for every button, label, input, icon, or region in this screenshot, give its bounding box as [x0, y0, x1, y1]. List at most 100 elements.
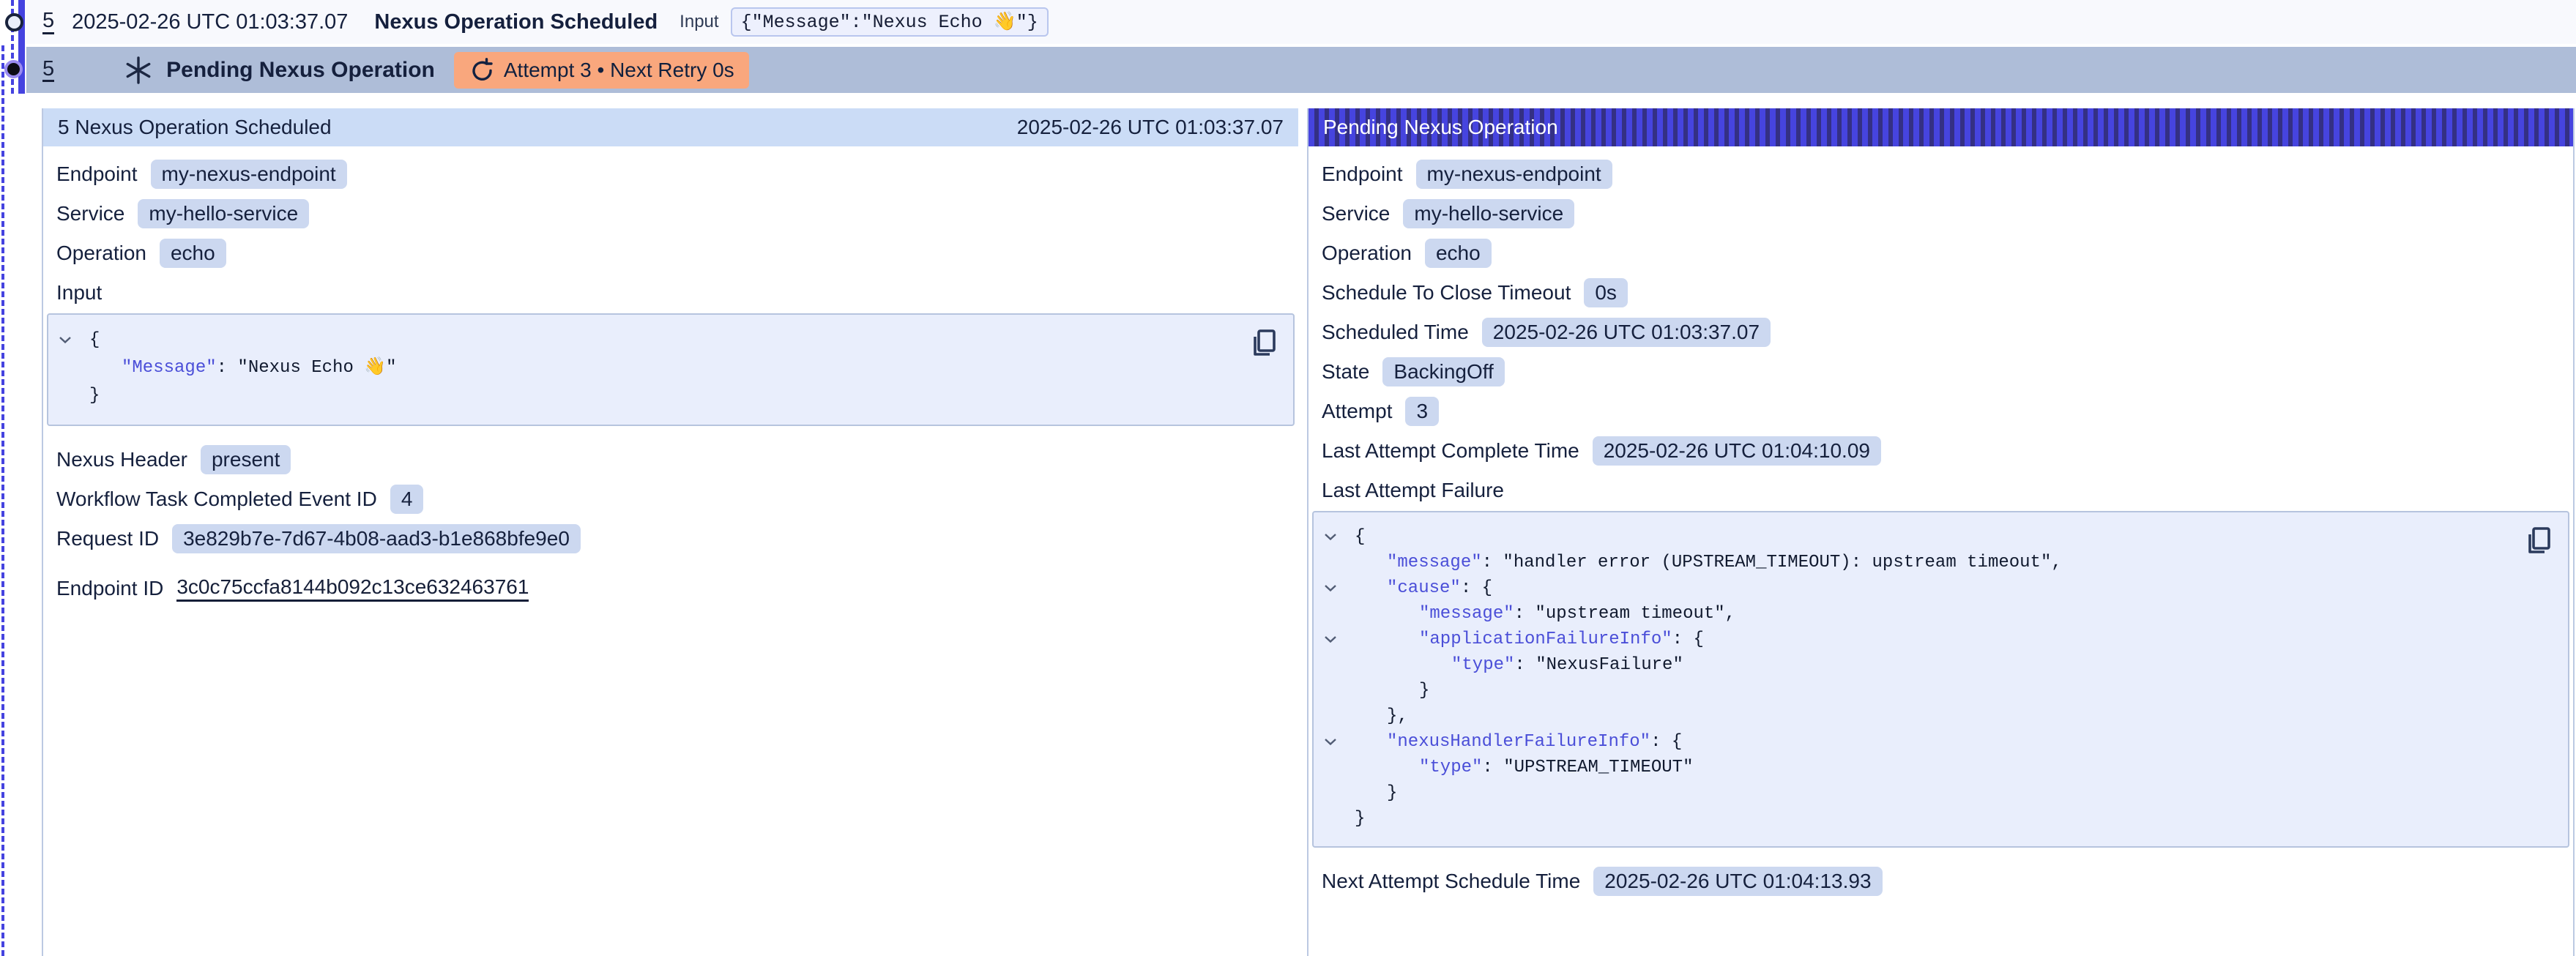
pending-operation-panel: Pending Nexus Operation Endpoint my-nexu…	[1307, 108, 2575, 956]
field-value-badge: my-hello-service	[1403, 199, 1574, 228]
json-key: "message"	[1387, 553, 1482, 572]
event-marker-circle-icon	[5, 13, 23, 31]
json-key: "message"	[1419, 604, 1514, 624]
retry-badge: Attempt 3 • Next Retry 0s	[454, 52, 749, 89]
event-id-link[interactable]: 5	[42, 58, 54, 82]
field-value-badge: echo	[160, 239, 226, 268]
field-endpoint-id: Endpoint ID 3c0c75ccfa8144b092c13ce63246…	[56, 572, 1288, 605]
field-endpoint: Endpoint my-nexus-endpoint	[1322, 158, 2563, 190]
input-label: Input	[680, 12, 718, 32]
field-service: Service my-hello-service	[56, 198, 1288, 230]
event-detail-panel: 5 Nexus Operation Scheduled 2025-02-26 U…	[42, 108, 1298, 956]
json-key: "Message"	[122, 358, 217, 378]
copy-button[interactable]	[2520, 521, 2558, 561]
json-text: : {	[1650, 732, 1682, 752]
field-last-attempt-complete-time: Last Attempt Complete Time 2025-02-26 UT…	[1322, 435, 2563, 467]
json-text: : "Nexus Echo 👋"	[217, 358, 397, 378]
field-value-badge: 2025-02-26 UTC 01:04:10.09	[1593, 436, 1881, 466]
workflow-event-history-view: 5 2025-02-26 UTC 01:03:37.07 Nexus Opera…	[0, 0, 2576, 956]
field-operation: Operation echo	[56, 237, 1288, 269]
json-text: : "handler error (UPSTREAM_TIMEOUT): ups…	[1482, 553, 2062, 572]
event-detail-timestamp: 2025-02-26 UTC 01:03:37.07	[1017, 116, 1284, 139]
json-line: "message": "upstream timeout",	[1314, 601, 2517, 627]
field-value-badge: my-hello-service	[138, 199, 309, 228]
endpoint-id-link[interactable]: 3c0c75ccfa8144b092c13ce632463761	[176, 575, 529, 602]
json-line: },	[1314, 703, 2517, 729]
json-key: "cause"	[1387, 578, 1461, 598]
collapse-chevron-icon[interactable]	[1324, 533, 1337, 541]
json-text: }	[89, 386, 100, 406]
json-text: : {	[1461, 578, 1492, 598]
field-value-badge: 0s	[1584, 278, 1628, 307]
json-text: }	[1419, 681, 1429, 701]
json-line: }	[48, 382, 1242, 410]
last-attempt-failure-label: Last Attempt Failure	[1322, 477, 2563, 504]
field-value-badge: 2025-02-26 UTC 01:04:13.93	[1593, 867, 1882, 896]
event-row-nexus-operation-scheduled[interactable]: 5 2025-02-26 UTC 01:03:37.07 Nexus Opera…	[26, 0, 2576, 44]
json-key: "type"	[1451, 655, 1514, 675]
field-value-badge: 3e829b7e-7d67-4b08-aad3-b1e868bfe9e0	[172, 524, 581, 553]
event-detail-header: 5 Nexus Operation Scheduled 2025-02-26 U…	[43, 108, 1298, 146]
input-section-label: Input	[56, 280, 1288, 306]
input-json-viewer: { "Message": "Nexus Echo 👋"}	[47, 313, 1295, 426]
field-value-badge: echo	[1425, 239, 1492, 268]
retry-badge-text: Attempt 3 • Next Retry 0s	[504, 59, 734, 82]
json-key: "type"	[1419, 758, 1482, 777]
field-workflow-task-completed-event-id: Workflow Task Completed Event ID 4	[56, 483, 1288, 515]
collapse-chevron-icon[interactable]	[1324, 635, 1337, 643]
json-text: : "NexusFailure"	[1514, 655, 1683, 675]
field-value-badge: BackingOff	[1382, 357, 1504, 386]
event-detail-title: 5 Nexus Operation Scheduled	[58, 116, 332, 139]
json-text: {	[1355, 527, 1365, 547]
failure-json-viewer: {"message": "handler error (UPSTREAM_TIM…	[1312, 511, 2569, 848]
field-request-id: Request ID 3e829b7e-7d67-4b08-aad3-b1e86…	[56, 523, 1288, 555]
json-text: }	[1355, 809, 1365, 829]
json-line: "applicationFailureInfo": {	[1314, 627, 2517, 652]
json-line: "nexusHandlerFailureInfo": {	[1314, 729, 2517, 755]
field-operation: Operation echo	[1322, 237, 2563, 269]
json-text: : {	[1672, 630, 1704, 649]
pending-operation-header-title: Pending Nexus Operation	[1323, 116, 1558, 139]
retry-icon	[469, 58, 494, 83]
field-attempt: Attempt 3	[1322, 395, 2563, 427]
field-schedule-to-close-timeout: Schedule To Close Timeout 0s	[1322, 277, 2563, 309]
pending-marker-dot-icon	[4, 60, 23, 78]
json-key: "applicationFailureInfo"	[1419, 630, 1672, 649]
field-next-attempt-schedule-time: Next Attempt Schedule Time 2025-02-26 UT…	[1322, 865, 2563, 897]
pending-nexus-operation-row[interactable]: 5 Pending Nexus Operation Attempt 3 • Ne…	[26, 47, 2576, 93]
field-state: State BackingOff	[1322, 356, 2563, 388]
field-value-badge: present	[201, 445, 291, 474]
pending-asterisk-icon	[124, 56, 153, 85]
collapse-chevron-icon[interactable]	[1324, 738, 1337, 746]
json-line: }	[1314, 678, 2517, 703]
event-title: Nexus Operation Scheduled	[374, 10, 658, 34]
collapse-chevron-icon[interactable]	[1324, 584, 1337, 592]
event-id-link[interactable]: 5	[42, 10, 54, 34]
json-line: "type": "UPSTREAM_TIMEOUT"	[1314, 755, 2517, 780]
json-line: "type": "NexusFailure"	[1314, 652, 2517, 678]
json-line: "Message": "Nexus Echo 👋"	[48, 354, 1242, 382]
json-text: },	[1387, 706, 1408, 726]
field-value-badge: 2025-02-26 UTC 01:03:37.07	[1482, 318, 1771, 347]
json-line: {	[48, 326, 1242, 354]
timeline-left-dashed-rail	[1, 45, 4, 956]
json-line: {	[1314, 524, 2517, 550]
field-nexus-header: Nexus Header present	[56, 444, 1288, 476]
copy-button[interactable]	[1245, 324, 1283, 364]
field-value-badge: my-nexus-endpoint	[151, 160, 347, 189]
json-line: }	[1314, 806, 2517, 832]
pending-operation-title: Pending Nexus Operation	[166, 58, 435, 83]
json-line: }	[1314, 780, 2517, 806]
json-text: {	[89, 330, 100, 350]
field-value-badge: 4	[390, 485, 424, 514]
json-key: "nexusHandlerFailureInfo"	[1387, 732, 1650, 752]
json-text: : "upstream timeout",	[1514, 604, 1735, 624]
field-endpoint: Endpoint my-nexus-endpoint	[56, 158, 1288, 190]
json-text: : "UPSTREAM_TIMEOUT"	[1482, 758, 1693, 777]
field-scheduled-time: Scheduled Time 2025-02-26 UTC 01:03:37.0…	[1322, 316, 2563, 348]
json-text: }	[1387, 783, 1397, 803]
json-line: "message": "handler error (UPSTREAM_TIME…	[1314, 550, 2517, 575]
field-value-badge: 3	[1405, 397, 1439, 426]
field-service: Service my-hello-service	[1322, 198, 2563, 230]
collapse-chevron-icon[interactable]	[59, 336, 72, 344]
